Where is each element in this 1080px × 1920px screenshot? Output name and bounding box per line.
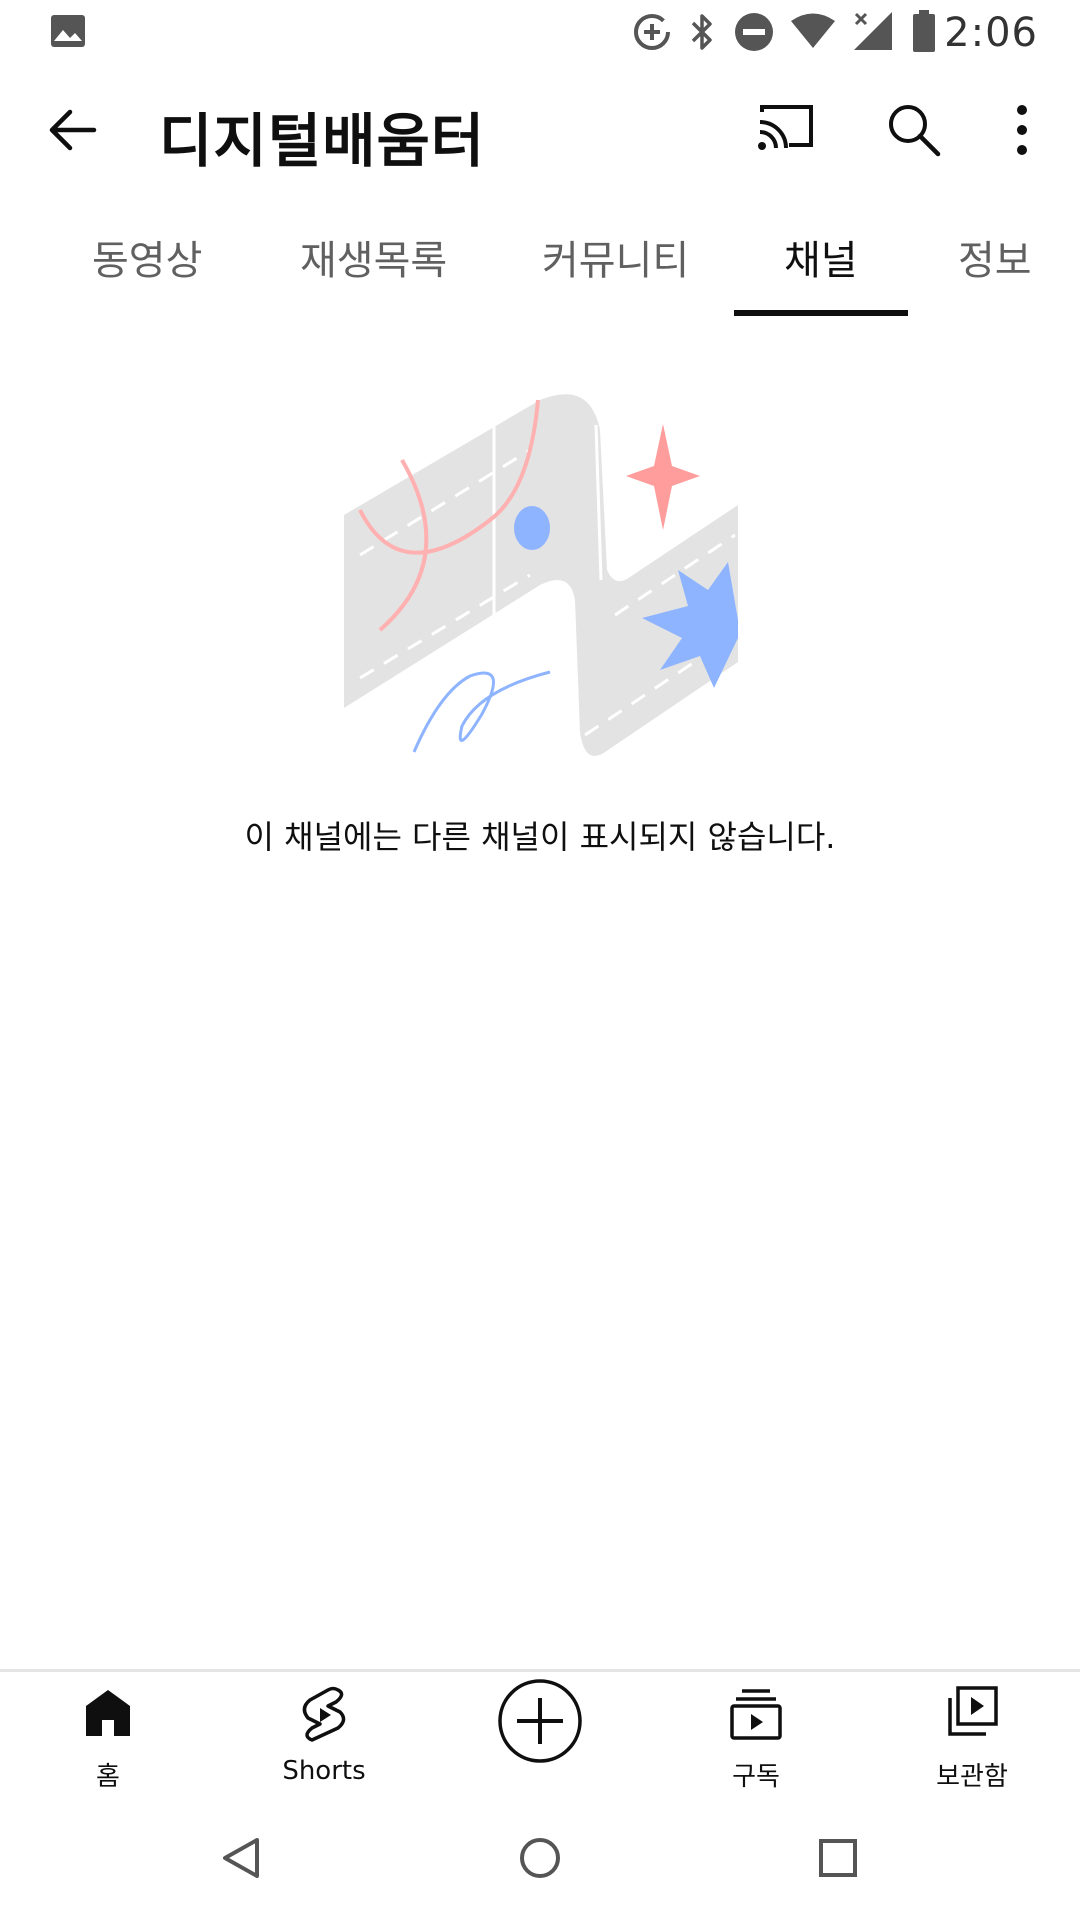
nav-library-label: 보관함 <box>936 1762 1008 1792</box>
create-plus-icon <box>498 1679 582 1763</box>
more-vert-icon[interactable] <box>1012 102 1032 158</box>
back-arrow-icon[interactable] <box>46 102 102 158</box>
nav-shorts-label: Shorts <box>282 1756 366 1786</box>
empty-state-message: 이 채널에는 다른 채널이 표시되지 않습니다. <box>244 818 836 856</box>
cellular-no-data-icon <box>854 12 892 50</box>
wifi-icon <box>791 13 835 48</box>
bluetooth-icon <box>691 14 712 50</box>
nav-home[interactable]: 홈 <box>0 1688 216 1798</box>
page-title: 디지털배움터 <box>159 107 486 175</box>
nav-shorts[interactable]: Shorts <box>216 1686 432 1798</box>
nav-create[interactable] <box>432 1679 648 1798</box>
image-icon <box>51 15 85 47</box>
nav-subscriptions[interactable]: 구독 <box>648 1688 864 1798</box>
nav-library[interactable]: 보관함 <box>864 1686 1080 1798</box>
bottom-nav-divider <box>0 1669 1080 1672</box>
status-time: 2:06 <box>944 10 1038 56</box>
subscriptions-icon <box>730 1689 782 1740</box>
system-navigation-bar <box>0 1800 1080 1920</box>
battery-icon <box>913 10 935 52</box>
do-not-disturb-icon <box>735 13 773 51</box>
data-saver-icon <box>634 14 670 50</box>
channel-tabs: 동영상 재생목록 커뮤니티 채널 정보 <box>0 194 1080 316</box>
active-tab-indicator <box>734 310 908 316</box>
nav-home-label: 홈 <box>96 1762 120 1792</box>
nav-subscriptions-label: 구독 <box>732 1762 780 1792</box>
tab-channels[interactable]: 채널 <box>784 228 858 286</box>
tab-community[interactable]: 커뮤니티 <box>542 228 689 286</box>
home-icon <box>86 1690 130 1736</box>
app-bar: 디지털배움터 <box>0 66 1080 194</box>
shorts-icon <box>302 1686 346 1742</box>
back-triangle-icon[interactable] <box>220 1836 262 1880</box>
cast-icon[interactable] <box>756 102 816 154</box>
recents-square-icon[interactable] <box>818 1838 858 1878</box>
home-circle-icon[interactable] <box>518 1836 562 1880</box>
library-icon <box>948 1686 998 1736</box>
empty-channels-illustration <box>344 394 738 756</box>
tab-videos[interactable]: 동영상 <box>92 228 202 286</box>
status-bar: 2:06 <box>0 0 1080 66</box>
search-icon[interactable] <box>886 102 942 158</box>
tab-about[interactable]: 정보 <box>958 228 1032 286</box>
tab-playlists[interactable]: 재생목록 <box>300 228 447 286</box>
